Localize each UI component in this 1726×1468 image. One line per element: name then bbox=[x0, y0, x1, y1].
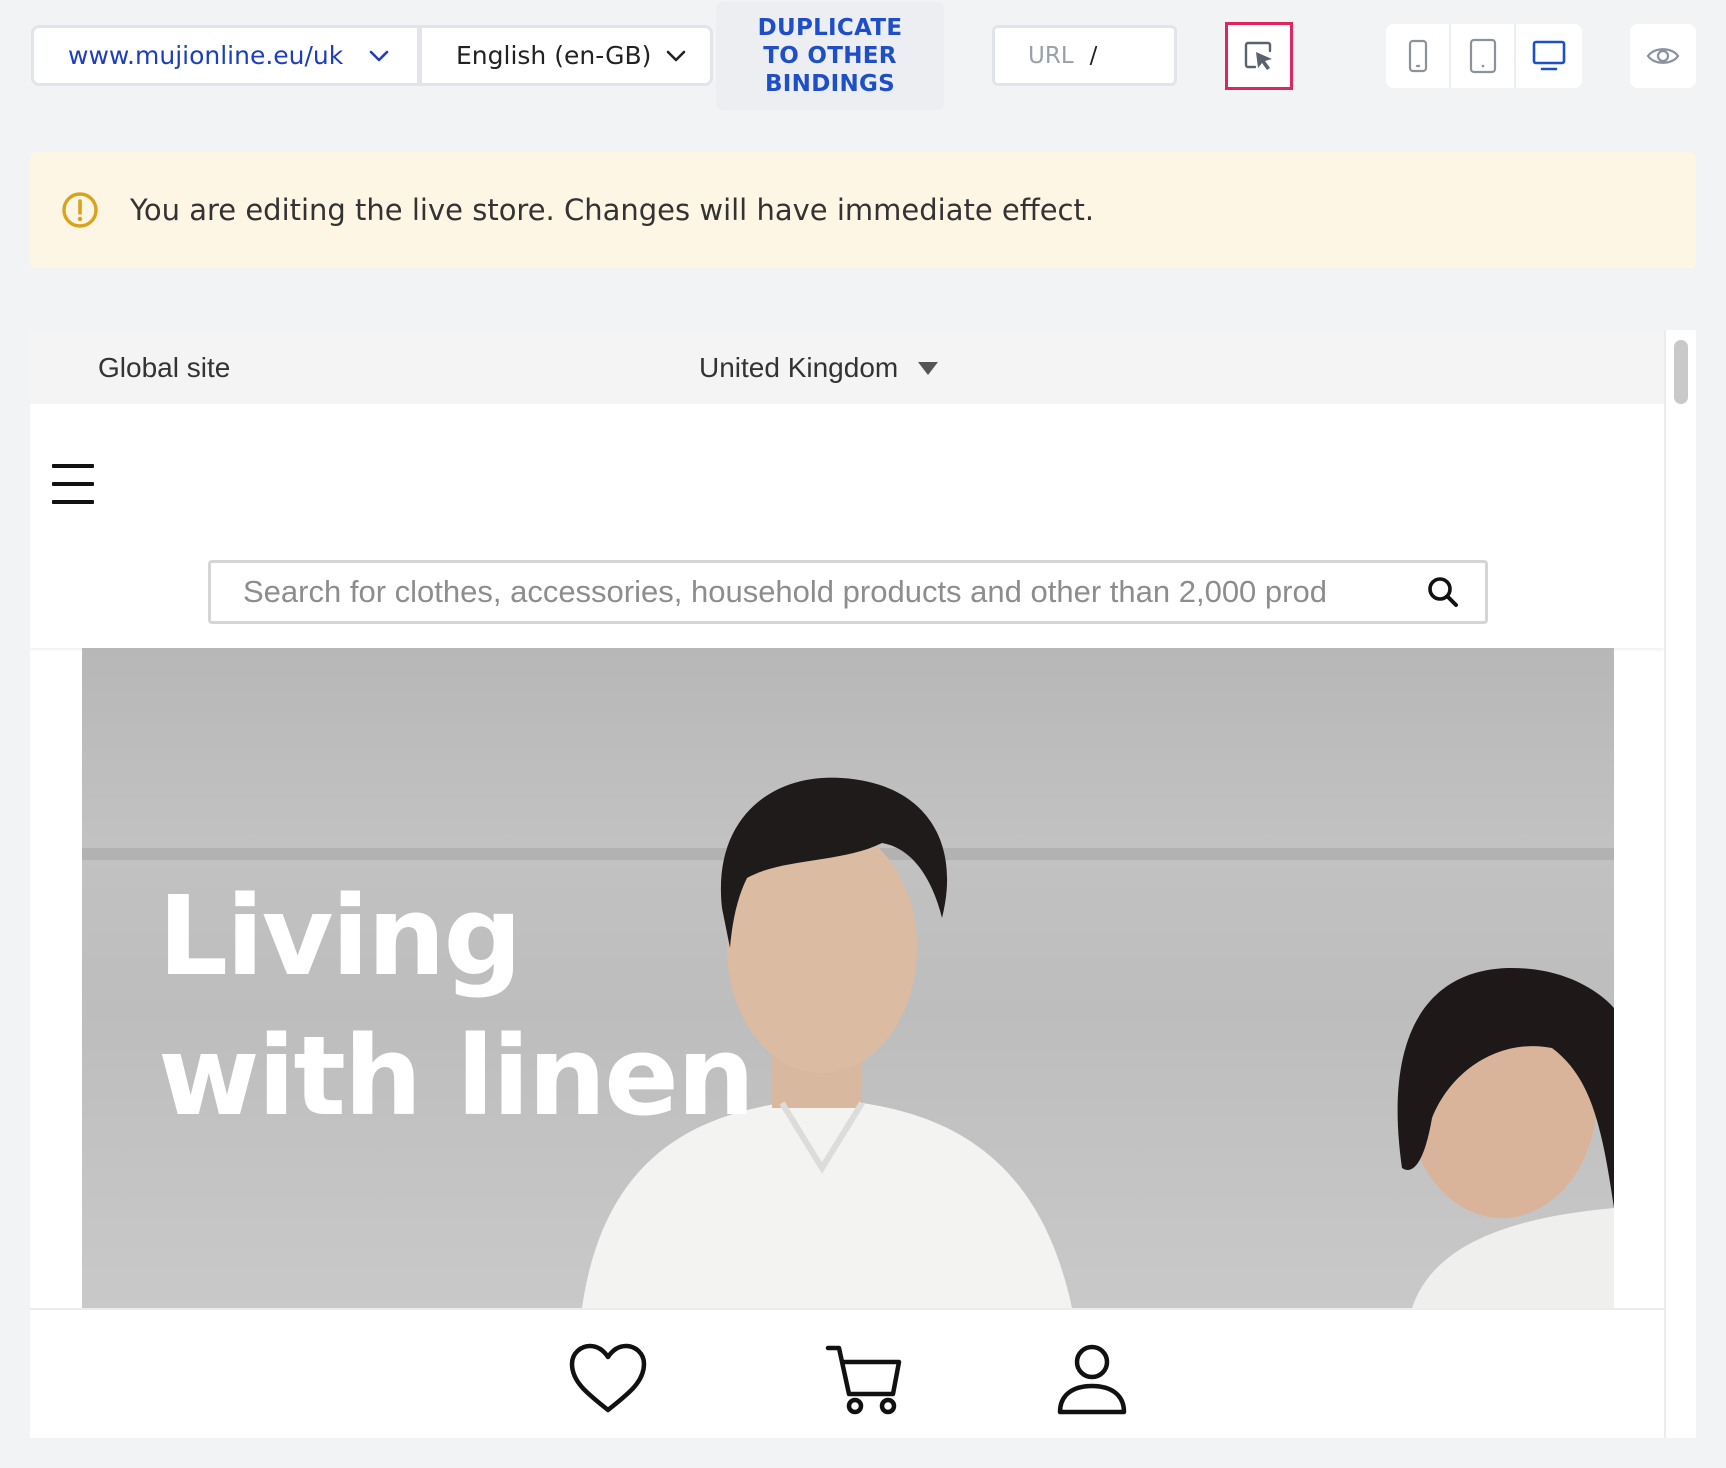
device-preview-group bbox=[1386, 24, 1582, 88]
country-select-value: United Kingdom bbox=[699, 352, 899, 383]
user-icon[interactable] bbox=[1052, 1342, 1132, 1416]
country-select[interactable]: United Kingdom bbox=[699, 352, 939, 384]
cursor-select-icon bbox=[1244, 41, 1272, 70]
url-field[interactable]: URL / bbox=[992, 25, 1177, 86]
chevron-down-icon bbox=[666, 49, 686, 63]
store-preview-frame: Global site United Kingdom Search for cl… bbox=[30, 330, 1696, 1438]
url-value[interactable]: / bbox=[1090, 43, 1098, 69]
store-search-input[interactable] bbox=[243, 574, 1425, 610]
store-topbar: Global site United Kingdom bbox=[30, 330, 1664, 404]
search-icon[interactable] bbox=[1425, 574, 1461, 610]
exclamation-circle-icon bbox=[62, 192, 98, 228]
editor-toolbar: www.mujionline.eu/uk English (en-GB) DUP… bbox=[0, 0, 1726, 115]
hamburger-menu-icon[interactable] bbox=[52, 464, 94, 504]
mobile-view-button[interactable] bbox=[1386, 24, 1451, 88]
select-element-tool-button[interactable] bbox=[1225, 22, 1293, 90]
chevron-down-icon bbox=[369, 49, 389, 63]
duplicate-button-line-3: BINDINGS bbox=[764, 71, 896, 97]
hero-headline-line-1: Living bbox=[158, 872, 522, 1000]
store-search-bar bbox=[208, 560, 1488, 624]
store-bottom-nav bbox=[30, 1308, 1664, 1438]
global-site-link[interactable]: Global site bbox=[98, 352, 230, 384]
scrollbar-thumb[interactable] bbox=[1674, 340, 1688, 404]
duplicate-button-line-1: DUPLICATE bbox=[757, 15, 903, 41]
duplicate-to-other-bindings-button[interactable]: DUPLICATE TO OTHER BINDINGS bbox=[716, 2, 944, 110]
tablet-view-button[interactable] bbox=[1451, 24, 1516, 88]
hero-headline: Living with linen bbox=[158, 866, 755, 1146]
live-store-warning-banner: You are editing the live store. Changes … bbox=[30, 152, 1696, 268]
desktop-icon bbox=[1532, 40, 1565, 71]
hero-banner[interactable]: Living with linen bbox=[82, 648, 1614, 1308]
site-select[interactable]: www.mujionline.eu/uk bbox=[31, 25, 420, 86]
mobile-icon bbox=[1408, 39, 1427, 73]
store-header bbox=[30, 404, 1664, 648]
language-select[interactable]: English (en-GB) bbox=[419, 25, 713, 86]
eye-icon bbox=[1646, 48, 1680, 64]
language-select-value: English (en-GB) bbox=[456, 41, 652, 70]
cart-icon[interactable] bbox=[825, 1342, 905, 1416]
heart-icon[interactable] bbox=[568, 1342, 648, 1416]
tablet-icon bbox=[1469, 38, 1496, 74]
preview-scrollbar[interactable] bbox=[1664, 330, 1696, 1438]
warning-text: You are editing the live store. Changes … bbox=[130, 193, 1095, 227]
duplicate-button-line-2: TO OTHER bbox=[763, 43, 897, 69]
hero-headline-line-2: with linen bbox=[158, 1012, 755, 1140]
url-label: URL bbox=[1028, 42, 1074, 69]
site-select-value: www.mujionline.eu/uk bbox=[68, 41, 344, 70]
desktop-view-button[interactable] bbox=[1516, 24, 1581, 88]
preview-button[interactable] bbox=[1630, 24, 1696, 88]
caret-down-icon bbox=[918, 361, 939, 375]
